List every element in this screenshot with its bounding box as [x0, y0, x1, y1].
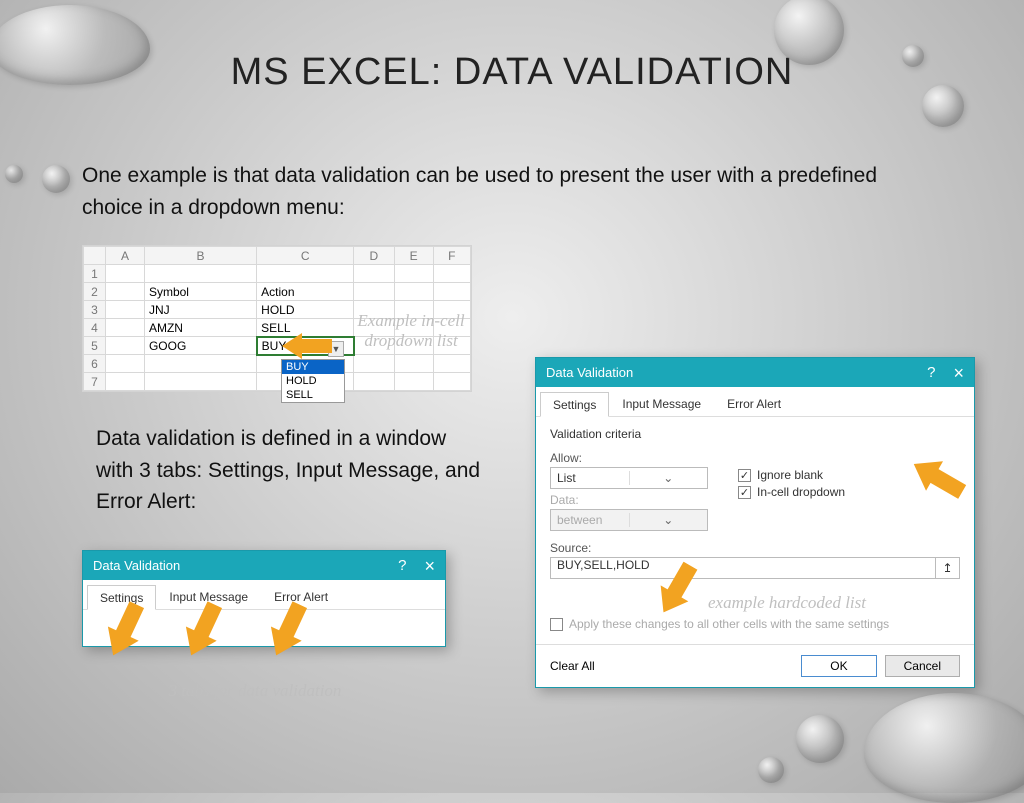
- clear-all-button[interactable]: Clear All: [550, 659, 595, 673]
- ignore-blank-checkbox[interactable]: ✓Ignore blank: [738, 468, 845, 482]
- dropdown-option[interactable]: HOLD: [282, 374, 344, 388]
- tab-input-message[interactable]: Input Message: [609, 391, 714, 416]
- dropdown-option[interactable]: SELL: [282, 388, 344, 402]
- col-header: B: [144, 247, 256, 265]
- dialog-title-text: Data Validation: [93, 558, 180, 573]
- chevron-down-icon: ⌄: [629, 513, 708, 527]
- bubble-decor: [5, 165, 23, 183]
- chevron-down-icon: ⌄: [629, 471, 708, 485]
- bubble-decor: [796, 715, 844, 763]
- range-picker-icon[interactable]: ↥: [936, 557, 960, 579]
- close-icon[interactable]: ×: [953, 367, 964, 379]
- bubble-decor: [0, 5, 150, 85]
- cell: AMZN: [144, 319, 256, 337]
- col-header: D: [354, 247, 394, 265]
- tab-settings[interactable]: Settings: [540, 392, 609, 417]
- bubble-decor: [42, 165, 70, 193]
- cancel-button[interactable]: Cancel: [885, 655, 960, 677]
- dialog-titlebar: Data Validation ? ×: [83, 551, 445, 580]
- dropdown-option[interactable]: BUY: [282, 360, 344, 374]
- dropdown-list: BUY HOLD SELL: [281, 359, 345, 403]
- tab-error-alert[interactable]: Error Alert: [714, 391, 794, 416]
- bubble-decor: [758, 757, 784, 783]
- dialog-titlebar: Data Validation ? ×: [536, 358, 974, 387]
- close-icon[interactable]: ×: [424, 560, 435, 572]
- row-header: 1: [84, 265, 106, 283]
- row-header: 4: [84, 319, 106, 337]
- data-label: Data:: [550, 493, 708, 507]
- corner-cell: [84, 247, 106, 265]
- col-header: E: [394, 247, 433, 265]
- bubble-decor: [864, 693, 1024, 803]
- col-header: A: [106, 247, 145, 265]
- dialog-large: Data Validation ? × Settings Input Messa…: [535, 357, 975, 688]
- ok-button[interactable]: OK: [801, 655, 876, 677]
- mid-text: Data validation is defined in a window w…: [96, 423, 486, 518]
- caption-dropdown: Example in-cell dropdown list: [336, 311, 486, 351]
- col-header: C: [257, 247, 354, 265]
- row-header: 7: [84, 373, 106, 391]
- help-icon[interactable]: ?: [927, 364, 935, 381]
- tabs-row: Settings Input Message Error Alert: [536, 387, 974, 417]
- row-header: 6: [84, 355, 106, 373]
- intro-text: One example is that data validation can …: [82, 160, 922, 223]
- row-header: 2: [84, 283, 106, 301]
- slide-title: MS EXCEL: DATA VALIDATION: [0, 25, 1024, 94]
- source-input[interactable]: BUY,SELL,HOLD: [550, 557, 936, 579]
- col-header: F: [433, 247, 470, 265]
- source-label: Source:: [550, 541, 960, 555]
- caption-tabs: 3 tabs for data validation: [115, 681, 395, 701]
- allow-label: Allow:: [550, 451, 708, 465]
- caption-hardcoded: example hardcoded list: [708, 593, 948, 613]
- row-header: 3: [84, 301, 106, 319]
- cell: GOOG: [144, 337, 256, 355]
- help-icon[interactable]: ?: [398, 557, 406, 574]
- allow-combo[interactable]: List⌄: [550, 467, 708, 489]
- data-combo: between⌄: [550, 509, 708, 531]
- cell: JNJ: [144, 301, 256, 319]
- row-header: 5: [84, 337, 106, 355]
- cell: Action: [257, 283, 354, 301]
- apply-all-checkbox: ✓Apply these changes to all other cells …: [550, 617, 960, 631]
- bubble-decor: [922, 85, 964, 127]
- arrow-icon: [282, 333, 332, 359]
- criteria-label: Validation criteria: [550, 427, 960, 441]
- incell-dropdown-checkbox[interactable]: ✓In-cell dropdown: [738, 485, 845, 499]
- cell: Symbol: [144, 283, 256, 301]
- dialog-title-text: Data Validation: [546, 365, 633, 380]
